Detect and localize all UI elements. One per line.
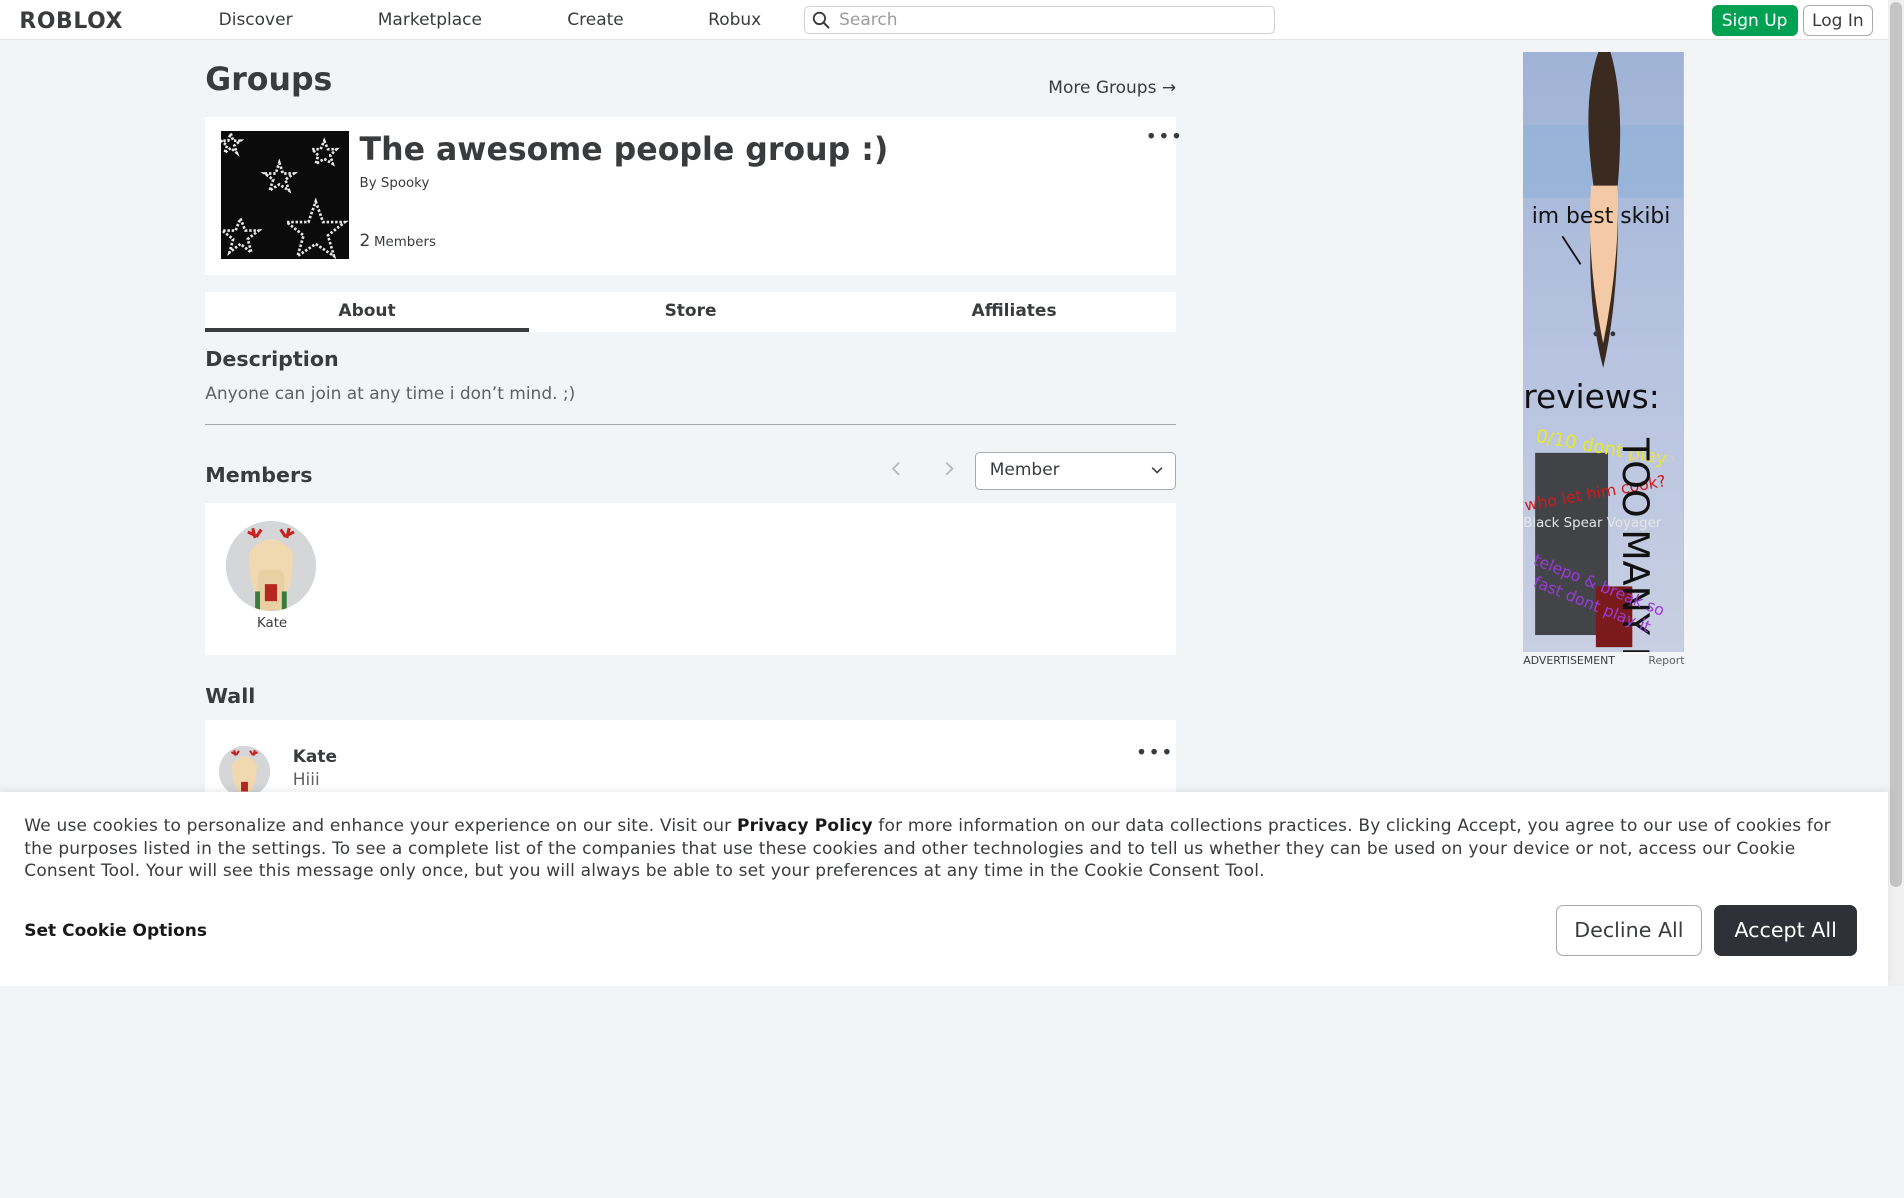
cookie-consent-banner: We use cookies to personalize and enhanc… [0, 791, 1888, 987]
search-icon [813, 11, 830, 29]
cookie-text-before: We use cookies to personalize and enhanc… [24, 816, 737, 837]
group-owner-link[interactable]: Spooky [381, 176, 429, 191]
avatar[interactable] [218, 745, 270, 797]
tab-about[interactable]: About [205, 292, 530, 332]
role-selected-value: Member [989, 460, 1060, 481]
ad-report-link[interactable]: Report [1648, 654, 1684, 667]
page-root: ROBLOX Discover Marketplace Create Robux… [0, 0, 1904, 987]
log-in-button[interactable]: Log In [1802, 4, 1874, 37]
tab-store[interactable]: Store [529, 292, 853, 332]
chevron-right-icon[interactable] [939, 459, 958, 478]
sign-up-button[interactable]: Sign Up [1711, 4, 1798, 37]
members-heading: Members [205, 462, 313, 487]
nav-link-marketplace[interactable]: Marketplace [378, 10, 482, 30]
ad-caption-reviews: reviews: [1523, 377, 1660, 416]
cookie-message: We use cookies to personalize and enhanc… [24, 815, 1846, 882]
member-count-value: 2 [359, 230, 371, 251]
ad-caption-top: im best skibi [1531, 204, 1671, 230]
chevron-left-icon[interactable] [887, 459, 906, 478]
member-role-dropdown[interactable]: Member [975, 451, 1176, 490]
search-box [804, 6, 1276, 34]
by-prefix: By [359, 176, 377, 192]
description-text: Anyone can join at any time i don’t mind… [205, 383, 576, 404]
members-list: Kate [205, 502, 1176, 655]
more-groups-link[interactable]: More Groups → [1048, 78, 1176, 98]
nav-link-discover[interactable]: Discover [219, 10, 293, 30]
accept-all-button[interactable]: Accept All [1713, 904, 1858, 956]
group-member-count: 2 Members [360, 231, 436, 251]
top-navigation: ROBLOX Discover Marketplace Create Robux… [0, 0, 1888, 41]
star-pattern-image [221, 131, 349, 259]
group-owner-line: By Spooky [360, 176, 430, 191]
nav-link-create[interactable]: Create [567, 10, 624, 30]
section-divider [205, 423, 1176, 426]
ad-label: ADVERTISEMENT [1523, 653, 1615, 667]
page-scrollbar[interactable] [1887, 0, 1904, 987]
wall-post-author[interactable]: Kate [293, 747, 337, 767]
search-input[interactable] [839, 8, 1265, 32]
group-header-card: The awesome people group :) By Spooky 2M… [205, 116, 1182, 275]
tab-affiliates[interactable]: Affiliates [852, 292, 1176, 332]
roblox-logo[interactable]: ROBLOX [19, 9, 123, 34]
member-count-label: Members [374, 234, 436, 250]
group-emblem [221, 131, 349, 259]
decline-all-button[interactable]: Decline All [1556, 904, 1702, 956]
wall-heading: Wall [205, 683, 256, 708]
ad-pointer-line [1561, 236, 1582, 266]
scrollbar-thumb[interactable] [1890, 2, 1903, 887]
group-name: The awesome people group :) [359, 132, 889, 169]
wall-post-text: Hiii [292, 770, 320, 791]
page-title: Groups [205, 61, 333, 98]
set-cookie-options-link[interactable]: Set Cookie Options [24, 921, 207, 941]
wall-post-more-options-icon[interactable]: ••• [1136, 743, 1174, 762]
nav-link-robux[interactable]: Robux [708, 10, 761, 30]
privacy-policy-link[interactable]: Privacy Policy [737, 816, 873, 836]
description-heading: Description [205, 347, 339, 372]
group-tabs: About Store Affiliates [205, 291, 1176, 332]
advertisement-banner[interactable]: im best skibi reviews: 0/10 dont play Ph… [1523, 52, 1684, 653]
avatar [225, 521, 316, 611]
group-more-options-icon[interactable]: ••• [1145, 127, 1183, 146]
member-name: Kate [256, 615, 288, 631]
chevron-down-icon [1151, 466, 1163, 474]
member-item[interactable]: Kate [225, 521, 318, 631]
